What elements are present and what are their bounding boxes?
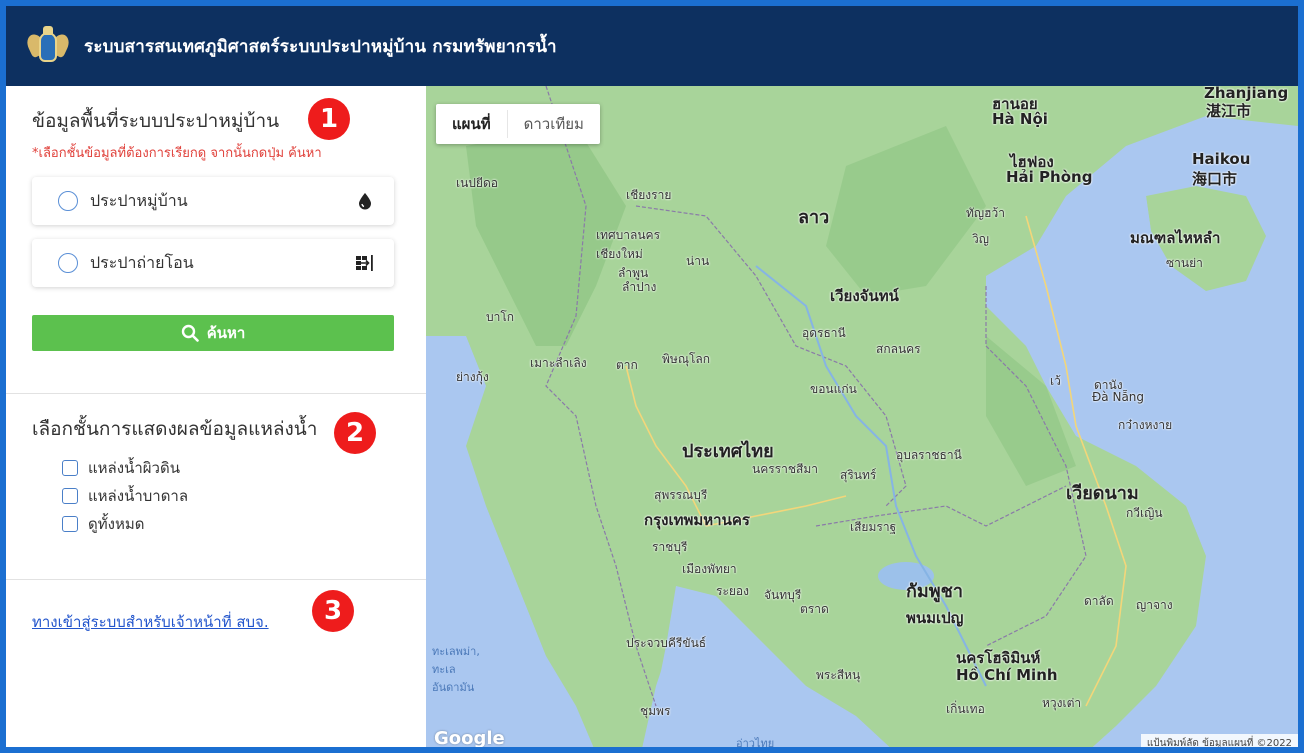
map-label-lampang: ลำปาง bbox=[622, 280, 657, 294]
map-label-chiangrai: เชียงราย bbox=[626, 188, 672, 202]
map-label-udon: อุดรธานี bbox=[802, 326, 846, 340]
option-transfer-water[interactable]: ประปาถ่ายโอน bbox=[32, 239, 394, 287]
map-label-gulf: อ่าวไทย bbox=[736, 737, 775, 750]
map-label-thanhhoa: ทัญฮว้า bbox=[966, 206, 1005, 220]
map-label-chumphon: ชุมพร bbox=[640, 704, 671, 718]
map-label-quangngai: กว๋างหงาย bbox=[1118, 418, 1173, 432]
map-label-yangon: ย่างกุ้ง bbox=[456, 370, 489, 384]
map-label-hue: เว้ bbox=[1050, 374, 1061, 388]
ground-water-label: แหล่งน้ำบาดาล bbox=[88, 487, 189, 505]
map-label-cambodia: กัมพูชา bbox=[906, 581, 963, 602]
ground-water-checkbox[interactable] bbox=[62, 488, 78, 504]
check-surface-water[interactable]: แหล่งน้ำผิวดิน bbox=[62, 454, 402, 482]
staff-login-link[interactable]: ทางเข้าสู่ระบบสำหรับเจ้าหน้าที่ สบจ. bbox=[32, 610, 269, 634]
map-label-pattaya: เมืองพัทยา bbox=[682, 562, 737, 576]
map-label-siemreap: เสียมราฐ bbox=[850, 520, 897, 534]
selection-hint: *เลือกชั้นข้อมูลที่ต้องการเรียกดู จากนั้… bbox=[32, 146, 322, 161]
map-label-hainan: มณฑลไหหลำ bbox=[1130, 229, 1221, 247]
map-label-cantho: เกิ่นเทอ bbox=[946, 702, 985, 716]
transfer-water-radio[interactable] bbox=[58, 253, 78, 273]
map-label-hochiminh-en: Hồ Chí Minh bbox=[956, 666, 1058, 684]
map-label-dalat: ดาลัด bbox=[1084, 594, 1114, 608]
map-type-control: แผนที่ ดาวเทียม bbox=[436, 104, 600, 144]
area-data-section: ข้อมูลพื้นที่ระบบประปาหมู่บ้าน 1 *เลือกช… bbox=[6, 86, 426, 394]
map-label-zhanjiang-cn: 湛江市 bbox=[1206, 102, 1252, 120]
map-label-bangkok: กรุงเทพมหานคร bbox=[644, 511, 750, 529]
map-label-haiphong-en: Hải Phòng bbox=[1006, 168, 1093, 186]
map-label-sanya: ซานย่า bbox=[1166, 256, 1203, 270]
map-label-andaman: ทะเลพม่า, ทะเล อันดามัน bbox=[432, 645, 480, 694]
map-type-satellite[interactable]: ดาวเทียม bbox=[508, 104, 600, 144]
map-label-vietnam: เวียดนาม bbox=[1066, 483, 1139, 504]
app-title: ระบบสารสนเทศภูมิศาสตร์ระบบประปาหมู่บ้าน … bbox=[84, 36, 557, 57]
search-label: ค้นหา bbox=[206, 324, 246, 342]
check-show-all[interactable]: ดูทั้งหมด bbox=[62, 510, 402, 538]
map-label-khonkaen: ขอนแก่น bbox=[810, 382, 857, 396]
map-label-korat: นครราชสีมา bbox=[752, 462, 818, 476]
map-label-suphan: สุพรรณบุรี bbox=[654, 488, 708, 502]
map-label-bago: บาโก bbox=[486, 310, 515, 324]
transfer-water-label: ประปาถ่ายโอน bbox=[90, 252, 194, 272]
map-label-surin: สุรินทร์ bbox=[840, 468, 877, 482]
google-logo: Google bbox=[434, 728, 505, 749]
step-badge-1: 1 bbox=[308, 98, 350, 140]
department-logo bbox=[24, 26, 72, 66]
village-water-radio[interactable] bbox=[58, 191, 78, 211]
map-label-nhatrang: ญาจาง bbox=[1136, 598, 1173, 612]
step-badge-3: 3 bbox=[312, 590, 354, 632]
map-label-tak: ตาก bbox=[616, 358, 638, 372]
check-ground-water[interactable]: แหล่งน้ำบาดาล bbox=[62, 482, 402, 510]
search-icon bbox=[181, 324, 199, 342]
map-label-ratchaburi: ราชบุรี bbox=[652, 540, 688, 554]
map-label-phnompenh: พนมเปญ bbox=[906, 609, 964, 627]
show-all-label: ดูทั้งหมด bbox=[88, 515, 145, 533]
map-label-naypyidaw: เนปยีดอ bbox=[456, 176, 498, 190]
map-label-nan: น่าน bbox=[686, 254, 710, 268]
map-label-sihanouk: พระสีหนุ bbox=[816, 668, 861, 682]
step-badge-2: 2 bbox=[334, 412, 376, 454]
map-label-quinhon: กวีเญิน bbox=[1126, 506, 1163, 520]
map-label-prachuap: ประจวบคีรีขันธ์ bbox=[626, 636, 707, 650]
app-frame: ระบบสารสนเทศภูมิศาสตร์ระบบประปาหมู่บ้าน … bbox=[0, 0, 1304, 753]
water-layer-checklist: แหล่งน้ำผิวดิน แหล่งน้ำบาดาล ดูทั้งหมด bbox=[62, 454, 402, 538]
surface-water-checkbox[interactable] bbox=[62, 460, 78, 476]
map-label-haikou: Haikou bbox=[1192, 150, 1251, 168]
sidebar: ข้อมูลพื้นที่ระบบประปาหมู่บ้าน 1 *เลือกช… bbox=[6, 86, 426, 747]
map-label-haikou-cn: 海口市 bbox=[1192, 170, 1238, 188]
water-drop-icon bbox=[354, 190, 376, 212]
option-village-water[interactable]: ประปาหมู่บ้าน bbox=[32, 177, 394, 225]
map-view[interactable]: แผนที่ ดาวเทียม ฮานอย Hà Nội ไฮฟอง Hải P… bbox=[426, 86, 1298, 750]
search-button[interactable]: ค้นหา bbox=[32, 315, 394, 351]
map-label-sakon: สกลนคร bbox=[876, 342, 921, 356]
map-label-vientiane: เวียงจันทน์ bbox=[830, 287, 899, 305]
map-label-laos: ลาว bbox=[798, 207, 830, 228]
map-label-vinh: วิญ bbox=[972, 232, 989, 246]
water-source-layer-section: เลือกชั้นการแสดงผลข้อมูลแหล่งน้ำ 2 แหล่ง… bbox=[6, 394, 426, 580]
show-all-checkbox[interactable] bbox=[62, 516, 78, 532]
map-label-rayong: ระยอง bbox=[716, 584, 749, 598]
transfer-icon bbox=[354, 252, 376, 274]
app-header: ระบบสารสนเทศภูมิศาสตร์ระบบประปาหมู่บ้าน … bbox=[6, 6, 1298, 86]
map-label-hanoi-en: Hà Nội bbox=[992, 110, 1048, 128]
map-label-maesot: เมาะลำเลิง bbox=[530, 356, 587, 370]
map-label-danang-en: Đà Nẵng bbox=[1092, 390, 1145, 404]
map-label-vungtau: หวุงเต่า bbox=[1042, 696, 1082, 710]
surface-water-label: แหล่งน้ำผิวดิน bbox=[88, 459, 180, 477]
staff-portal-section: ทางเข้าสู่ระบบสำหรับเจ้าหน้าที่ สบจ. 3 bbox=[6, 580, 426, 634]
village-water-label: ประปาหมู่บ้าน bbox=[90, 190, 188, 210]
map-label-phitsanulok: พิษณุโลก bbox=[662, 352, 711, 366]
map-attribution[interactable]: แป้นพิมพ์ลัด ข้อมูลแผนที่ ©2022 bbox=[1140, 734, 1298, 747]
map-label-trat: ตราด bbox=[800, 602, 829, 616]
map-type-roadmap[interactable]: แผนที่ bbox=[436, 104, 507, 144]
map-label-ubon: อุบลราชธานี bbox=[896, 448, 962, 462]
map-label-chiangmai: เทศบาลนคร เชียงใหม่ bbox=[596, 228, 661, 261]
map-label-chanthaburi: จันทบุรี bbox=[764, 588, 802, 602]
